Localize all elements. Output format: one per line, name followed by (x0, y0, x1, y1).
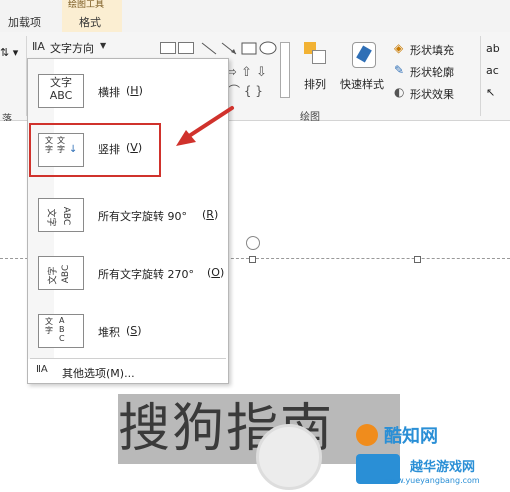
resize-handle[interactable] (249, 256, 256, 263)
rotate-270-text-icon: 文字 ABC (38, 256, 84, 290)
text-direction-icon: ⅡA (36, 364, 48, 375)
menu-item-label: 所有文字旋转 270° (98, 268, 194, 281)
find-icon[interactable]: ab (486, 42, 500, 55)
tab-format[interactable]: 格式 (79, 14, 101, 30)
pencil-icon: ✎ (394, 63, 405, 77)
rotate-90-text-icon: 文字 ABC (38, 198, 84, 232)
svg-text:⌒ { }: ⌒ { } (228, 84, 263, 98)
svg-text:⇨ ⇧ ⇩: ⇨ ⇧ ⇩ (226, 65, 267, 80)
quick-styles-label: 快速样式 (340, 78, 384, 91)
text-direction-button[interactable]: ⅡA 文字方向 ▼ (30, 38, 110, 56)
menu-item-stacked[interactable]: 文字 ABC 堆积 (S) (30, 303, 224, 357)
paint-bucket-icon: ◈ (394, 41, 404, 55)
shape-outline-label: 形状轮廓 (410, 66, 454, 79)
menu-item-vertical[interactable]: 文字 文字 ↓ 竖排 (V) (29, 123, 161, 177)
select-icon[interactable]: ↖ (486, 86, 495, 99)
vertical-text-icon: 文字 文字 ↓ (38, 133, 84, 167)
vertical-textbox-shape-icon[interactable] (178, 42, 194, 54)
menu-item-label: 竖排 (98, 143, 120, 156)
menu-separator (30, 358, 226, 359)
menu-item-more-options[interactable]: ⅡA 其他选项(M)... (30, 361, 226, 381)
shape-outline-button[interactable]: ✎ 形状轮廓 (394, 62, 478, 80)
effects-icon: ◐ (394, 85, 405, 99)
shape-fill-button[interactable]: ◈ 形状填充 (394, 40, 478, 58)
watermark-logo: 酷知网 越华游戏网 www.yueyangbang.com (256, 418, 510, 492)
orange-dot-icon (356, 424, 378, 446)
shape-effects-label: 形状效果 (410, 88, 454, 101)
watermark-brand2: 越华游戏网 (410, 460, 476, 475)
text-direction-label: 文字方向 (50, 42, 94, 55)
group-separator (480, 36, 481, 116)
replace-icon[interactable]: ac (486, 64, 499, 77)
brush-icon (352, 42, 376, 68)
left-stub-icon[interactable]: ⇅ ▾ (0, 46, 18, 59)
quick-styles-button[interactable]: 快速样式 (340, 40, 388, 100)
menu-item-rotate-270[interactable]: 文字 ABC 所有文字旋转 270° (O) (30, 245, 224, 299)
watermark-url: www.yueyangbang.com (384, 476, 480, 485)
chevron-down-icon: ▼ (100, 41, 107, 50)
textbox-shape-icon[interactable] (160, 42, 176, 54)
more-options-label: 其他选项(M)... (62, 367, 135, 380)
text-direction-icon: ⅡA (32, 40, 45, 53)
gallery-scroll[interactable] (280, 42, 290, 98)
shape-fill-label: 形状填充 (410, 44, 454, 57)
context-tab-title: 绘图工具 (68, 0, 105, 10)
menu-item-rotate-90[interactable]: 文字 ABC 所有文字旋转 90° (R) (30, 187, 224, 241)
menu-item-label: 横排 (98, 86, 120, 99)
shape-effects-button[interactable]: ◐ 形状效果 (394, 84, 478, 102)
arrange-label: 排列 (304, 78, 326, 91)
horizontal-text-icon: 文字 ABC (38, 74, 84, 108)
rotate-handle-icon[interactable] (246, 236, 260, 250)
stacked-text-icon: 文字 ABC (38, 314, 84, 348)
arrange-button[interactable]: 排列 (298, 40, 334, 100)
menu-item-label: 堆积 (98, 326, 120, 339)
circle-logo-icon (256, 424, 322, 490)
menu-item-label: 所有文字旋转 90° (98, 210, 187, 223)
resize-handle[interactable] (414, 256, 421, 263)
tab-addins[interactable]: 加载项 (8, 14, 41, 30)
annotation-arrow (176, 106, 234, 146)
watermark-brand: 酷知网 (384, 426, 438, 447)
